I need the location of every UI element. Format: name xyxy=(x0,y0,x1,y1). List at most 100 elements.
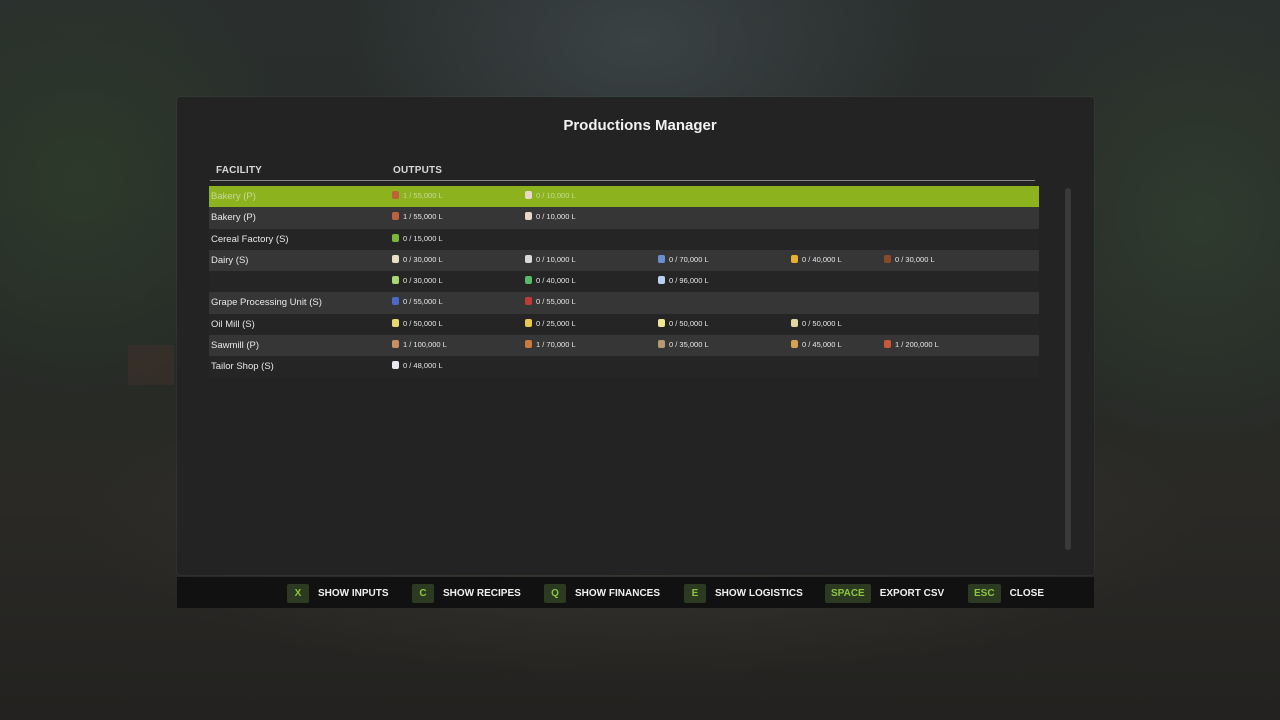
output-amount: 0 / 70,000 L xyxy=(669,254,709,264)
facility-table: Bakery (P) 1 / 55,000 L0 / 10,000 L Bakery… xyxy=(209,186,1039,378)
output-cell: 0 / 70,000 L xyxy=(658,254,709,264)
herb-icon xyxy=(525,276,532,285)
butter-icon xyxy=(658,254,665,263)
show-logistics-button[interactable]: E SHOW LOGISTICS xyxy=(684,584,803,603)
table-row[interactable]: Oil Mill (S) 0 / 50,000 L 0 / 25,000 L 0 / … xyxy=(209,313,1039,336)
table-row[interactable]: Bakery (P) 1 / 55,000 L 0 / 10,000 L xyxy=(209,207,1039,229)
output-cell: 0 / 25,000 L xyxy=(525,318,576,328)
cake-icon xyxy=(525,212,532,221)
output-cell: 1 / 55,000 L xyxy=(392,191,443,200)
oil-bottle-icon xyxy=(525,318,532,327)
output-cell: 0 / 30,000 L xyxy=(392,254,443,264)
oil-bottle-icon xyxy=(658,318,665,327)
scrollbar[interactable] xyxy=(1065,188,1071,550)
export-csv-button[interactable]: SPACE EXPORT CSV xyxy=(825,584,944,603)
close-button[interactable]: ESC CLOSE xyxy=(968,584,1044,603)
output-cell: 0 / 35,000 L xyxy=(658,340,709,349)
facility-name: Tailor Shop (S) xyxy=(211,361,274,373)
facility-name: Sawmill (P) xyxy=(211,340,260,352)
chocolate-icon xyxy=(884,254,891,263)
output-cell: 0 / 10,000 L xyxy=(525,191,576,200)
output-amount: 0 / 48,000 L xyxy=(403,361,443,371)
raisin-icon xyxy=(525,297,532,306)
show-finances-button[interactable]: Q SHOW FINANCES xyxy=(544,584,660,603)
output-amount: 0 / 55,000 L xyxy=(403,297,443,307)
output-amount: 1 / 55,000 L xyxy=(403,212,443,222)
key-hint[interactable]: ESC xyxy=(968,584,1001,603)
milk-bottle-icon xyxy=(392,254,399,263)
output-amount: 1 / 55,000 L xyxy=(403,191,443,200)
output-cell: 0 / 10,000 L xyxy=(525,212,576,221)
output-amount: 0 / 96,000 L xyxy=(669,276,709,286)
table-row[interactable]: Grape Processing Unit (S) 0 / 55,000 L 0 /… xyxy=(209,292,1039,314)
table-row[interactable]: Bakery (P) 1 / 55,000 L 0 / 10,000 L xyxy=(209,186,1039,208)
oil-bottle-icon xyxy=(392,318,399,327)
output-amount: 1 / 100,000 L xyxy=(403,340,447,350)
log-icon xyxy=(791,340,798,349)
background-hut xyxy=(128,345,174,385)
show-inputs-button[interactable]: X SHOW INPUTS xyxy=(287,584,389,603)
output-cell: 0 / 48,000 L xyxy=(392,361,443,370)
output-cell: 1 / 55,000 L xyxy=(392,212,443,221)
table-row[interactable]: Dairy (S) 0 / 30,000 L 0 / 10,000 L 0 / 70,… xyxy=(209,249,1039,272)
output-amount: 0 / 10,000 L xyxy=(536,212,576,222)
facility-name: Grape Processing Unit (S) xyxy=(211,297,322,309)
wood-beam-icon xyxy=(525,340,532,349)
bread-icon xyxy=(392,191,399,199)
output-amount: 0 / 10,000 L xyxy=(536,191,576,200)
output-amount: 0 / 45,000 L xyxy=(802,340,842,350)
output-cell: 0 / 45,000 L xyxy=(791,340,842,349)
output-cell: 1 / 200,000 L xyxy=(884,340,939,349)
key-hint[interactable]: C xyxy=(412,584,434,603)
show-recipes-button[interactable]: C SHOW RECIPES xyxy=(412,584,521,603)
outputs-column-header[interactable]: OUTPUTS xyxy=(393,165,442,176)
output-amount: 0 / 15,000 L xyxy=(403,233,443,243)
key-hint[interactable]: E xyxy=(684,584,706,603)
output-amount: 0 / 10,000 L xyxy=(536,254,576,264)
output-amount: 0 / 50,000 L xyxy=(403,318,443,328)
key-hint[interactable]: X xyxy=(287,584,309,603)
output-amount: 1 / 200,000 L xyxy=(895,340,939,350)
table-row[interactable]: 0 / 30,000 L 0 / 40,000 L 0 / 96,000 L xyxy=(209,271,1039,293)
output-amount: 0 / 35,000 L xyxy=(669,340,709,350)
facility-name: Cereal Factory (S) xyxy=(211,233,289,245)
bread-icon xyxy=(392,212,399,221)
facility-name: Bakery (P) xyxy=(211,212,256,224)
table-row[interactable]: Sawmill (P) 1 / 100,000 L 1 / 70,000 L 0 / … xyxy=(209,335,1039,357)
button-label[interactable]: SHOW FINANCES xyxy=(575,588,660,599)
output-amount: 0 / 55,000 L xyxy=(536,297,576,307)
cereal-icon xyxy=(392,233,399,242)
clothes-icon xyxy=(392,361,399,370)
output-cell: 0 / 55,000 L xyxy=(392,297,443,306)
output-amount: 1 / 70,000 L xyxy=(536,340,576,350)
button-label[interactable]: SHOW INPUTS xyxy=(318,588,389,599)
output-cell: 0 / 50,000 L xyxy=(392,318,443,328)
output-cell: 0 / 40,000 L xyxy=(525,276,576,285)
key-hint[interactable]: SPACE xyxy=(825,584,871,603)
woodchips-icon xyxy=(884,340,891,349)
output-amount: 0 / 40,000 L xyxy=(536,276,576,286)
output-amount: 0 / 25,000 L xyxy=(536,318,576,328)
cheese-icon xyxy=(525,254,532,263)
yogurt-icon xyxy=(392,276,399,285)
juice-icon xyxy=(392,297,399,306)
table-row[interactable]: Cereal Factory (S) 0 / 15,000 L xyxy=(209,228,1039,250)
button-label[interactable]: SHOW RECIPES xyxy=(443,588,521,599)
button-label[interactable]: CLOSE xyxy=(1010,588,1044,599)
furniture-icon xyxy=(658,340,665,349)
cheese-wedge-icon xyxy=(791,254,798,263)
output-amount: 0 / 40,000 L xyxy=(802,254,842,264)
output-cell: 0 / 30,000 L xyxy=(884,254,935,264)
milk-carton-icon xyxy=(658,276,665,285)
output-cell: 0 / 55,000 L xyxy=(525,297,576,306)
cake-icon xyxy=(525,191,532,199)
table-row[interactable]: Tailor Shop (S) 0 / 48,000 L xyxy=(209,356,1039,378)
facility-name: Dairy (S) xyxy=(211,254,249,266)
output-amount: 0 / 30,000 L xyxy=(403,276,443,286)
button-label[interactable]: EXPORT CSV xyxy=(880,588,944,599)
oil-bottle-icon xyxy=(791,318,798,327)
button-label[interactable]: SHOW LOGISTICS xyxy=(715,588,803,599)
key-hint[interactable]: Q xyxy=(544,584,566,603)
header-divider xyxy=(210,180,1035,181)
facility-column-header[interactable]: FACILITY xyxy=(216,165,262,176)
